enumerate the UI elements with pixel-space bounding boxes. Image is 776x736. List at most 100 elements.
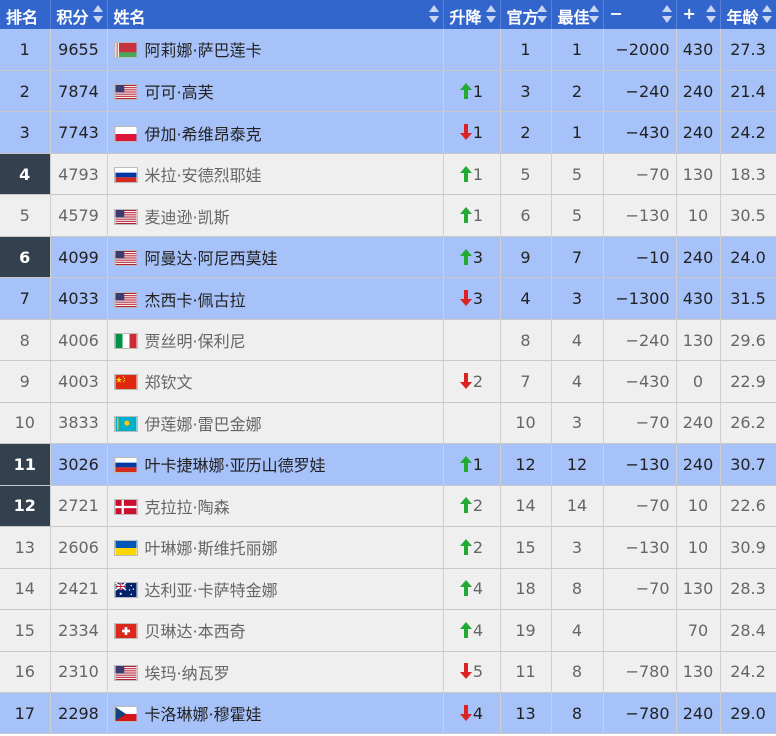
points-cell: 2298 <box>50 692 108 735</box>
column-header-move[interactable]: 升降 <box>443 0 501 29</box>
name-cell: 阿曼达·阿尼西莫娃 <box>107 236 444 279</box>
switzerland-flag-icon <box>113 623 138 640</box>
table-row: 17 2298 卡洛琳娜·穆霍娃 4 13 8 −780 240 29.0 <box>0 692 776 735</box>
official-cell: 5 <box>500 153 552 196</box>
ranking-table: 排名 积分 姓名 升降 官方 最佳 − + 年龄 1 9655 阿莉娜·萨巴莲卡 1 1 −2000 430… <box>0 0 776 735</box>
column-header-label: 年龄 <box>726 8 759 27</box>
move-value: 1 <box>472 206 484 226</box>
best-cell: 5 <box>551 194 604 237</box>
plus-cell: 130 <box>676 153 721 196</box>
player-name[interactable]: 杰西卡·佩古拉 <box>145 291 246 310</box>
minus-cell: −70 <box>603 568 677 611</box>
sort-arrows-icon[interactable] <box>428 5 439 23</box>
age-cell: 18.3 <box>720 153 776 196</box>
player-name[interactable]: 伊莲娜·雷巴金娜 <box>145 415 262 434</box>
age-cell: 29.0 <box>720 692 776 735</box>
plus-cell: 240 <box>676 236 721 279</box>
russia-flag-icon <box>113 457 138 474</box>
name-cell: 贾丝明·保利尼 <box>107 319 444 362</box>
points-cell: 4033 <box>50 277 108 320</box>
column-header-label: 积分 <box>56 8 89 27</box>
points-cell: 2721 <box>50 485 108 528</box>
age-cell: 26.2 <box>720 402 776 445</box>
player-name[interactable]: 阿莉娜·萨巴莲卡 <box>145 41 262 60</box>
column-header-best[interactable]: 最佳 <box>551 0 604 29</box>
rank-cell: 9 <box>0 360 51 403</box>
move-value: 1 <box>472 81 484 101</box>
move-cell: 1 <box>443 70 501 113</box>
player-name[interactable]: 埃玛·纳瓦罗 <box>145 664 230 683</box>
player-name[interactable]: 叶琳娜·斯维托丽娜 <box>145 539 278 558</box>
table-row: 4 4793 米拉·安德烈耶娃 1 5 5 −70 130 18.3 <box>0 153 776 196</box>
table-header-row: 排名 积分 姓名 升降 官方 最佳 − + 年龄 <box>0 0 776 29</box>
column-header-age[interactable]: 年龄 <box>720 0 776 29</box>
usa-flag-icon <box>113 208 138 225</box>
plus-cell: 130 <box>676 568 721 611</box>
minus-cell: −1300 <box>603 277 677 320</box>
sort-arrows-icon[interactable] <box>661 5 672 23</box>
move-cell: 4 <box>443 692 501 735</box>
table-row: 16 2310 埃玛·纳瓦罗 5 11 8 −780 130 24.2 <box>0 651 776 694</box>
rank-cell: 7 <box>0 277 51 320</box>
player-name[interactable]: 伊加·希维昂泰克 <box>145 125 262 144</box>
table-row: 10 3833 伊莲娜·雷巴金娜 10 3 −70 240 26.2 <box>0 402 776 445</box>
minus-cell: −2000 <box>603 29 677 71</box>
official-cell: 12 <box>500 443 552 486</box>
age-cell: 24.2 <box>720 651 776 694</box>
name-cell: 米拉·安德烈耶娃 <box>107 153 444 196</box>
sort-arrows-icon[interactable] <box>92 5 103 23</box>
column-header-minus[interactable]: − <box>603 0 677 29</box>
player-name[interactable]: 卡洛琳娜·穆霍娃 <box>145 705 262 724</box>
age-cell: 24.2 <box>720 111 776 154</box>
column-header-official[interactable]: 官方 <box>500 0 552 29</box>
rank-cell: 16 <box>0 651 51 694</box>
best-cell: 7 <box>551 236 604 279</box>
arrow-up-icon <box>459 165 472 182</box>
age-cell: 30.9 <box>720 526 776 569</box>
column-header-label: − <box>609 4 623 23</box>
points-cell: 9655 <box>50 29 108 71</box>
age-cell: 22.6 <box>720 485 776 528</box>
column-header-plus[interactable]: + <box>676 0 721 29</box>
sort-arrows-icon[interactable] <box>536 5 547 23</box>
column-header-points[interactable]: 积分 <box>50 0 108 29</box>
sort-arrows-icon[interactable] <box>761 5 772 23</box>
name-cell: 可可·高芙 <box>107 70 444 113</box>
player-name[interactable]: 郑钦文 <box>145 373 193 392</box>
best-cell: 14 <box>551 485 604 528</box>
minus-cell: −10 <box>603 236 677 279</box>
rank-cell: 4 <box>0 153 51 196</box>
usa-flag-icon <box>113 250 138 267</box>
age-cell: 31.5 <box>720 277 776 320</box>
rank-cell: 5 <box>0 194 51 237</box>
player-name[interactable]: 麦迪逊·凯斯 <box>145 208 230 227</box>
player-name[interactable]: 克拉拉·陶森 <box>145 498 230 517</box>
sort-arrows-icon[interactable] <box>588 5 599 23</box>
best-cell: 5 <box>551 153 604 196</box>
player-name[interactable]: 阿曼达·阿尼西莫娃 <box>145 249 278 268</box>
sort-arrows-icon[interactable] <box>705 5 716 23</box>
best-cell: 4 <box>551 319 604 362</box>
column-header-name[interactable]: 姓名 <box>107 0 444 29</box>
player-name[interactable]: 达利亚·卡萨特金娜 <box>145 581 278 600</box>
player-name[interactable]: 米拉·安德烈耶娃 <box>145 166 262 185</box>
table-row: 2 7874 可可·高芙 1 3 2 −240 240 21.4 <box>0 70 776 113</box>
player-name[interactable]: 贝琳达·本西奇 <box>145 622 246 641</box>
plus-cell: 240 <box>676 692 721 735</box>
move-cell: 3 <box>443 277 501 320</box>
name-cell: 卡洛琳娜·穆霍娃 <box>107 692 444 735</box>
player-name[interactable]: 可可·高芙 <box>145 83 214 102</box>
age-cell: 30.5 <box>720 194 776 237</box>
official-cell: 13 <box>500 692 552 735</box>
sort-arrows-icon[interactable] <box>485 5 496 23</box>
plus-cell: 10 <box>676 194 721 237</box>
minus-cell: −780 <box>603 692 677 735</box>
points-cell: 4099 <box>50 236 108 279</box>
minus-cell: −130 <box>603 443 677 486</box>
move-value: 1 <box>472 123 484 143</box>
player-name[interactable]: 叶卡捷琳娜·亚历山德罗娃 <box>145 456 326 475</box>
name-cell: 杰西卡·佩古拉 <box>107 277 444 320</box>
player-name[interactable]: 贾丝明·保利尼 <box>145 332 246 351</box>
move-value: 2 <box>472 371 484 391</box>
move-value: 3 <box>472 247 484 267</box>
